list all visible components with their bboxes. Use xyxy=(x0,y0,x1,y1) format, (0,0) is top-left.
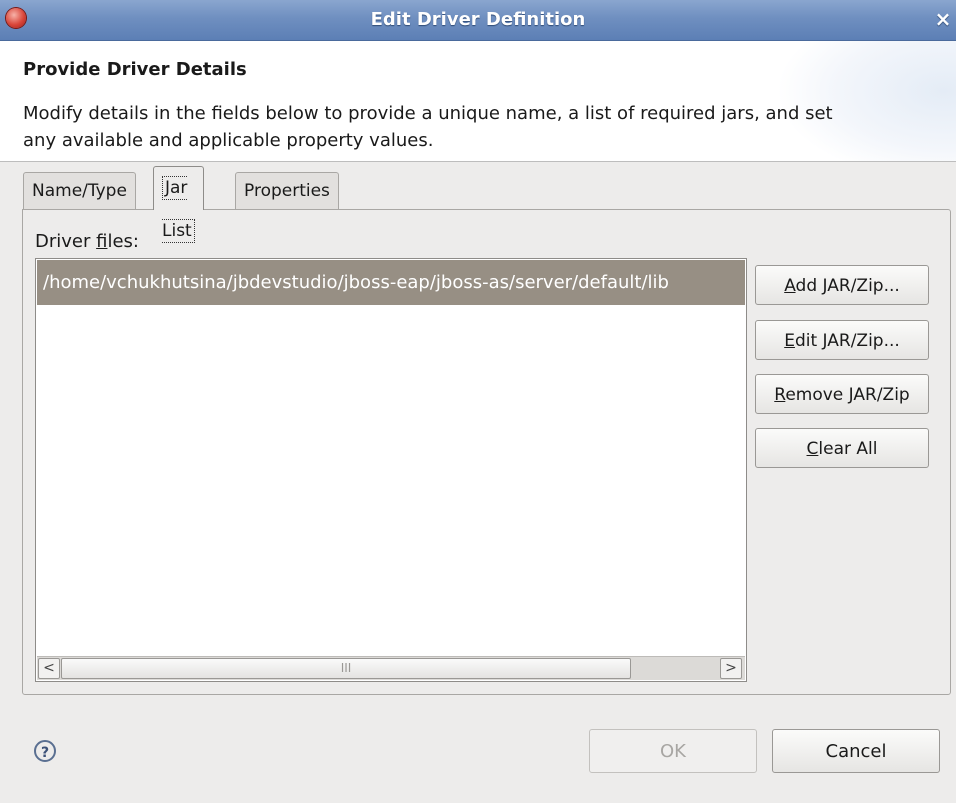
scroll-left-icon[interactable]: < xyxy=(38,658,60,679)
help-icon[interactable]: ? xyxy=(34,740,56,762)
tab-name-type[interactable]: Name/Type xyxy=(23,172,136,209)
driver-files-label: Driver files: xyxy=(35,231,139,252)
clear-all-button[interactable]: Clear All xyxy=(755,428,929,468)
tab-label: Properties xyxy=(244,181,330,201)
add-jar-button[interactable]: Add JAR/Zip... xyxy=(755,265,929,305)
tab-label: Name/Type xyxy=(32,181,127,201)
title-bar: Edit Driver Definition × xyxy=(0,0,956,41)
ok-button[interactable]: OK xyxy=(589,729,757,773)
scroll-thumb[interactable]: III xyxy=(61,658,631,679)
tab-label: Jar List xyxy=(162,176,195,243)
cancel-button[interactable]: Cancel xyxy=(772,729,940,773)
list-item[interactable]: /home/vchukhutsina/jbdevstudio/jboss-eap… xyxy=(37,260,745,305)
edit-jar-button[interactable]: Edit JAR/Zip... xyxy=(755,320,929,360)
tab-properties[interactable]: Properties xyxy=(235,172,339,209)
window-title: Edit Driver Definition xyxy=(370,9,586,30)
wizard-header: Provide Driver Details Modify details in… xyxy=(0,41,956,162)
tab-jar-list[interactable]: Jar List xyxy=(153,166,204,243)
close-icon[interactable]: × xyxy=(930,6,956,32)
remove-jar-button[interactable]: Remove JAR/Zip xyxy=(755,374,929,414)
driver-files-list[interactable]: /home/vchukhutsina/jbdevstudio/jboss-eap… xyxy=(35,258,747,682)
scroll-right-icon[interactable]: > xyxy=(720,658,742,679)
header-title: Provide Driver Details xyxy=(23,59,247,80)
horizontal-scrollbar[interactable]: < III > xyxy=(37,656,745,680)
header-description: Modify details in the fields below to pr… xyxy=(23,103,833,151)
